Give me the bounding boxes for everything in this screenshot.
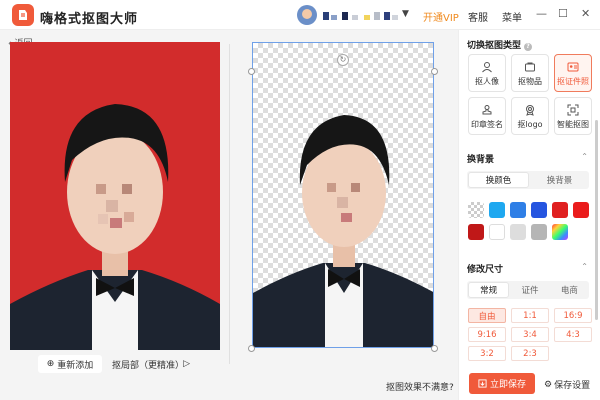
color-swatch-gray[interactable] [531, 224, 547, 240]
person-icon [480, 60, 494, 74]
user-avatar[interactable] [297, 5, 317, 25]
canvas-divider [229, 44, 230, 364]
minimize-icon[interactable]: — [536, 7, 547, 20]
rotate-icon[interactable]: ↻ [337, 54, 349, 66]
item-icon [523, 60, 537, 74]
add-circle-icon: ⊕ [46, 359, 55, 369]
color-swatch-red[interactable] [552, 202, 568, 218]
stamp-icon [480, 103, 494, 117]
smart-cutout-icon [566, 103, 580, 117]
ratio-2-3[interactable]: 2:3 [511, 346, 549, 361]
vip-link[interactable]: 开通VIP [423, 9, 459, 24]
title-bar: 嗨格式抠图大师 ▼ 开通VIP 客服 菜单 — ☐ ✕ [0, 0, 600, 30]
save-settings-button[interactable]: ⚙ 保存设置 [544, 378, 591, 392]
app-title: 嗨格式抠图大师 [40, 12, 139, 27]
menu-link[interactable]: 菜单 [502, 9, 522, 24]
color-swatch-blue[interactable] [510, 202, 526, 218]
username-mosaic [352, 15, 358, 20]
username-mosaic [384, 12, 390, 20]
username-mosaic [374, 12, 380, 20]
play-circle-icon: ▷ [183, 359, 190, 369]
size-tabs: 常规 证件 电商 [467, 281, 589, 299]
close-icon[interactable]: ✕ [581, 7, 590, 20]
app-logo [12, 4, 34, 26]
collapse-size-icon[interactable]: ⌃ [581, 262, 588, 271]
size-title: 修改尺寸 [467, 265, 504, 275]
color-swatch-custom[interactable] [552, 224, 568, 240]
tab-id-size[interactable]: 证件 [510, 281, 549, 299]
maximize-icon[interactable]: ☐ [558, 7, 568, 20]
crop-handle-bottom-right[interactable] [431, 345, 438, 352]
username-mosaic [342, 12, 348, 20]
gear-icon: ⚙ [544, 379, 553, 390]
tab-ecommerce[interactable]: 电商 [550, 281, 589, 299]
username-mosaic [331, 15, 337, 20]
re-add-label: 重新添加 [57, 360, 94, 371]
cutout-photo [252, 42, 434, 348]
crop-handle-top-left[interactable] [248, 68, 255, 75]
background-title: 换背景 [467, 155, 495, 165]
tab-change-background[interactable]: 换背景 [530, 171, 589, 189]
cutout-type-person[interactable]: 抠人像 [468, 54, 506, 92]
ratio-3-4[interactable]: 3:4 [511, 327, 549, 342]
color-swatch-light-blue[interactable] [489, 202, 505, 218]
save-now-button[interactable]: 立即保存 [469, 373, 535, 394]
panel-scrollbar[interactable] [595, 120, 598, 320]
color-swatch-light-gray[interactable] [510, 224, 526, 240]
background-tabs: 换颜色 换背景 [467, 171, 589, 189]
ratio-1-1[interactable]: 1:1 [511, 308, 549, 323]
username-mosaic [323, 12, 329, 20]
id-photo-icon [566, 60, 580, 74]
color-swatch-white[interactable] [489, 224, 505, 240]
color-swatch-transparent[interactable] [468, 202, 484, 218]
tab-regular[interactable]: 常规 [468, 282, 510, 298]
refine-local-button[interactable]: 抠局部（更精准） ▷ [112, 355, 190, 373]
help-icon[interactable]: ? [524, 43, 533, 51]
color-swatch-bright-red[interactable] [573, 202, 589, 218]
color-swatch-dark-blue[interactable] [531, 202, 547, 218]
cutout-type-id-photo[interactable]: 抠证件照 [554, 54, 592, 92]
unsatisfied-link[interactable]: 抠图效果不满意? [386, 380, 454, 393]
cutout-type-logo[interactable]: 抠logo [511, 97, 549, 135]
username-mosaic [364, 15, 370, 20]
ratio-3-2[interactable]: 3:2 [468, 346, 506, 361]
crop-handle-top-right[interactable] [431, 68, 438, 75]
logo-icon [523, 103, 537, 117]
ratio-9-16[interactable]: 9:16 [468, 327, 506, 342]
cutout-type-item[interactable]: 抠物品 [511, 54, 549, 92]
refine-local-label: 抠局部（更精准） [112, 360, 185, 371]
save-settings-label: 保存设置 [554, 381, 591, 391]
ratio-free[interactable]: 自由 [468, 308, 506, 323]
cutout-type-smart[interactable]: 智能抠图 [554, 97, 592, 135]
account-dropdown-icon[interactable]: ▼ [402, 9, 409, 19]
customer-service-link[interactable]: 客服 [468, 9, 488, 24]
save-icon [478, 379, 487, 388]
tab-change-color[interactable]: 换颜色 [468, 172, 529, 188]
collapse-background-icon[interactable]: ⌃ [581, 152, 588, 161]
ratio-16-9[interactable]: 16:9 [554, 308, 592, 323]
save-now-label: 立即保存 [489, 380, 526, 390]
ratio-4-3[interactable]: 4:3 [554, 327, 592, 342]
cutout-type-title: 切换抠图类型? [467, 38, 533, 51]
username-mosaic [392, 15, 398, 20]
re-add-button[interactable]: ⊕ 重新添加 [38, 355, 102, 373]
crop-handle-bottom-left[interactable] [248, 345, 255, 352]
color-swatch-dark-red[interactable] [468, 224, 484, 240]
original-photo [10, 42, 220, 350]
cutout-type-stamp[interactable]: 印章签名 [468, 97, 506, 135]
